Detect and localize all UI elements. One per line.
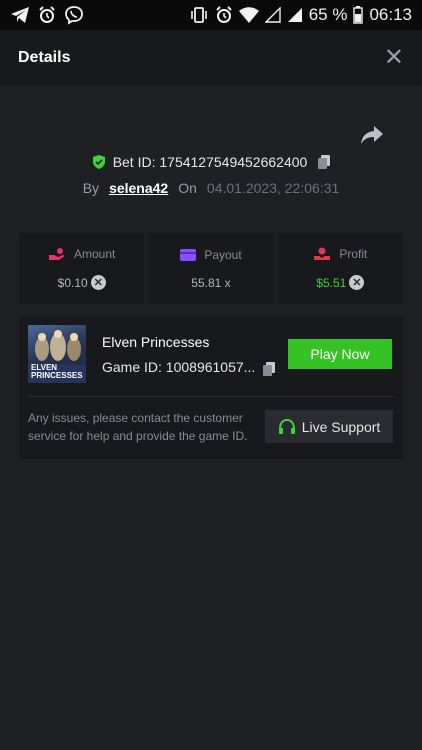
payout-label-row: Payout [180, 247, 242, 262]
currency-icon: ✕ [90, 275, 106, 290]
bet-stats: Amount $0.10 ✕ Payout 55.81 x Profit $5.… [19, 233, 403, 304]
payout-stat: Payout 55.81 x [148, 233, 274, 304]
bet-meta-row: By selena42 On 04.01.2023, 22:06:31 [0, 180, 422, 196]
vibrate-icon [190, 7, 207, 23]
status-bar: 65 % 06:13 [0, 0, 422, 30]
username-link[interactable]: selena42 [109, 180, 168, 196]
divider [28, 396, 394, 397]
page-title: Details [18, 49, 71, 66]
profit-label-row: Profit [313, 247, 367, 261]
by-label: By [82, 180, 100, 196]
game-logo-line2: PRINCESSES [31, 371, 83, 380]
profit-stat: Profit $5.51 ✕ [277, 233, 403, 304]
payout-value-row: 55.81 x [191, 276, 230, 290]
bet-id-row: Bet ID: 1754127549452662400 [0, 154, 422, 170]
copy-icon[interactable] [317, 154, 331, 170]
headset-icon [278, 418, 295, 434]
payout-label: Payout [204, 247, 242, 262]
game-card: ELVEN PRINCESSES Elven Princesses Game I… [19, 316, 403, 459]
status-bar-left [10, 5, 84, 25]
play-now-button[interactable]: Play Now [288, 339, 392, 369]
profit-icon [314, 247, 331, 260]
profit-label: Profit [339, 247, 368, 261]
payout-value: 55.81 x [191, 275, 231, 290]
game-title: Elven Princesses [102, 334, 210, 350]
share-icon[interactable] [360, 124, 384, 146]
live-support-label: Live Support [301, 418, 381, 435]
amount-value: $0.10 [57, 275, 88, 290]
game-thumbnail[interactable]: ELVEN PRINCESSES [28, 325, 86, 383]
clock: 06:13 [369, 5, 412, 24]
amount-label: Amount [73, 247, 116, 261]
details-header: Details ✕ [0, 30, 422, 86]
viber-icon [65, 6, 83, 25]
alarm-icon [39, 6, 55, 23]
amount-value-row: $0.10 ✕ [58, 275, 106, 290]
telegram-icon [11, 7, 29, 23]
alarm-icon [215, 6, 232, 23]
currency-icon: ✕ [349, 275, 365, 290]
amount-stat: Amount $0.10 ✕ [19, 233, 145, 304]
status-bar-right: 65 % 06:13 [189, 5, 412, 25]
profit-value: $5.51 [316, 275, 347, 290]
close-icon[interactable]: ✕ [384, 46, 404, 70]
bet-date: 04.01.2023, 22:06:31 [206, 180, 340, 196]
bet-id: Bet ID: 1754127549452662400 [112, 154, 308, 170]
card-icon [180, 248, 197, 261]
signal-icon [264, 7, 281, 23]
game-logo-text: ELVEN PRINCESSES [31, 364, 83, 380]
battery-icon [353, 6, 364, 24]
on-label: On [178, 180, 197, 196]
signal-icon [287, 8, 302, 22]
profit-value-row: $5.51 ✕ [316, 275, 365, 290]
support-text: Any issues, please contact the customer … [28, 411, 248, 443]
live-support-button[interactable]: Live Support [265, 410, 393, 443]
coins-hand-icon [48, 248, 65, 260]
battery-percent: 65 % [308, 5, 348, 24]
copy-icon[interactable] [262, 361, 276, 377]
amount-label-row: Amount [48, 247, 115, 261]
game-id: Game ID: 1008961057... [102, 359, 256, 375]
wifi-icon [238, 7, 259, 23]
shield-check-icon [92, 155, 105, 169]
